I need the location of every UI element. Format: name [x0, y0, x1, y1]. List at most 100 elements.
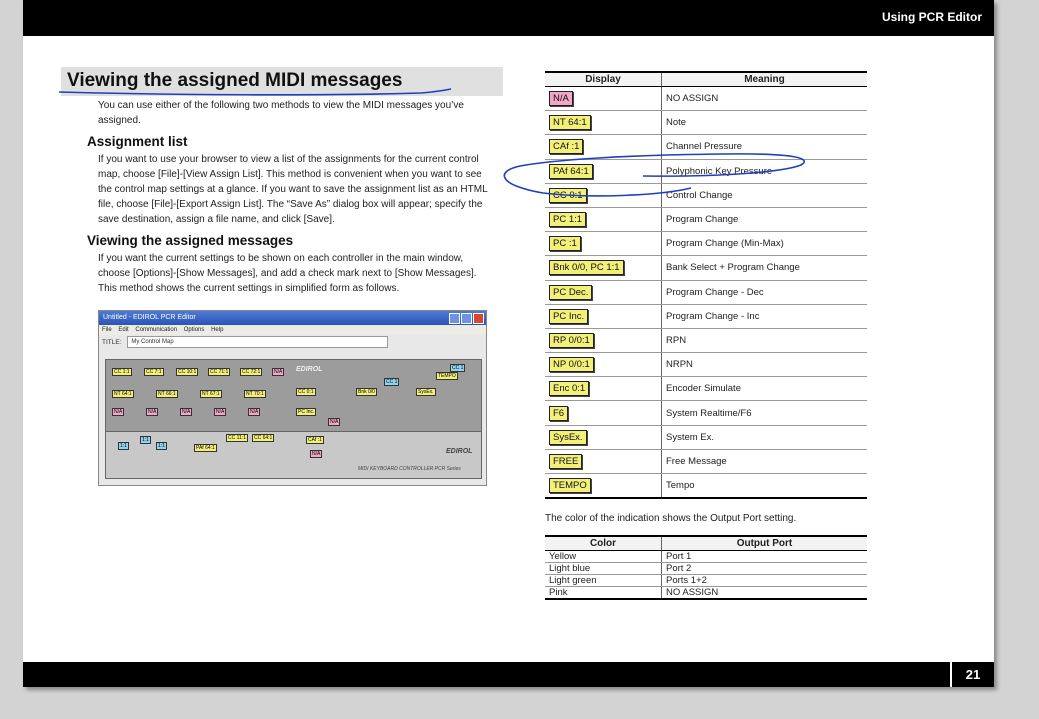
header-bar: Using PCR Editor	[23, 0, 994, 36]
display-indicator: RP 0/0:1	[549, 332, 594, 348]
meaning-cell: Tempo	[661, 473, 867, 500]
meaning-cell: Encoder Simulate	[661, 376, 867, 402]
menu-file: File	[102, 327, 112, 333]
menu-communication: Communication	[135, 327, 178, 333]
display-cell: PC 1:1	[545, 207, 662, 233]
page-heading: Viewing the assigned MIDI messages	[67, 70, 403, 91]
display-row: PC 1:1 Program Change	[545, 207, 867, 233]
display-cell: NP 0/0:1	[545, 352, 662, 378]
aftertouch-label: PAf 64:1	[194, 444, 217, 452]
display-row: TEMPO Tempo	[545, 473, 867, 500]
button-label: NT 70:1	[244, 390, 266, 398]
maximize-icon	[461, 313, 472, 324]
meaning-cell: Free Message	[661, 449, 867, 475]
meaning-cell: RPN	[661, 328, 867, 354]
color-cell: Pink	[545, 586, 662, 600]
slider-label: Bnk 0/0	[356, 388, 377, 396]
meaning-cell: Program Change	[661, 207, 867, 233]
close-icon	[473, 313, 484, 324]
display-indicator: PC :1	[549, 236, 581, 252]
slider-label: CC 1	[450, 364, 466, 372]
display-indicator: CC 0:1	[549, 187, 587, 203]
display-cell: PC :1	[545, 231, 662, 257]
display-row: NP 0/0:1 NRPN	[545, 352, 867, 378]
display-row: CAf :1 Channel Pressure	[545, 134, 867, 160]
pcr-editor-screenshot: Untitled - EDIROL PCR Editor File Edit C…	[98, 310, 487, 486]
manual-page: Using PCR Editor Viewing the assigned MI…	[23, 0, 994, 687]
display-cell: CC 0:1	[545, 183, 662, 208]
display-row: N/A NO ASSIGN	[545, 86, 867, 112]
assignment-list-title: Assignment list	[87, 134, 188, 149]
slider-label: PC Inc.	[296, 408, 317, 416]
heading-box: Viewing the assigned MIDI messages	[61, 67, 503, 96]
display-cell: SysEx.	[545, 425, 662, 450]
pedal-label: CC 11:1	[226, 434, 248, 442]
display-row: FREE Free Message	[545, 449, 867, 475]
display-row: PC :1 Program Change (Min-Max)	[545, 231, 867, 257]
display-indicator: NP 0/0:1	[549, 357, 594, 373]
display-indicator: Enc 0:1	[549, 381, 590, 397]
button-label: NT 67:1	[200, 390, 222, 398]
display-row: CC 0:1 Control Change	[545, 183, 867, 208]
display-row: SysEx. System Ex.	[545, 425, 867, 450]
display-indicator: CAf :1	[549, 139, 584, 155]
modulation-label: CAf :1	[306, 436, 324, 444]
button-label: N/A	[180, 408, 193, 416]
color-port-row: Light blue Port 2	[545, 562, 867, 575]
editor-titlebar: Untitled - EDIROL PCR Editor	[99, 311, 486, 325]
port-cell: Port 1	[661, 550, 867, 563]
display-row: PAf 64:1 Polyphonic Key Pressure	[545, 159, 867, 184]
pedal-label: CC 64:1	[252, 434, 275, 442]
display-cell: TEMPO	[545, 473, 662, 500]
brand-logo-lower: EDIROL	[446, 448, 473, 455]
editor-title-label: TITLE:	[102, 339, 122, 346]
display-row: PC Dec. Program Change - Dec	[545, 280, 867, 305]
display-indicator: FREE	[549, 453, 583, 469]
slider-label: CC 1	[384, 378, 400, 386]
display-cell: PAf 64:1	[545, 159, 662, 184]
color-port-row: Pink NO ASSIGN	[545, 586, 867, 600]
minimize-icon	[449, 313, 460, 324]
header-section-title: Using PCR Editor	[881, 10, 982, 24]
button-label: NT 66:1	[156, 390, 178, 398]
port-cell: Ports 1+2	[661, 574, 867, 587]
model-caption: MIDI KEYBOARD CONTROLLER PCR Series	[358, 466, 461, 472]
color-cell: Light blue	[545, 562, 662, 575]
slider-label: N/A	[328, 418, 341, 426]
viewing-messages-title: Viewing the assigned messages	[87, 233, 294, 248]
knob-label: CC 72:1	[240, 368, 263, 376]
color-note: The color of the indication shows the Ou…	[545, 513, 797, 524]
display-row: PC Inc. Program Change - Inc	[545, 304, 867, 329]
meaning-column-header: Meaning	[661, 71, 867, 87]
display-cell: F6	[545, 400, 662, 426]
display-cell: Bnk 0/0, PC 1:1	[545, 255, 662, 281]
display-row: RP 0/0:1 RPN	[545, 328, 867, 354]
menu-options: Options	[183, 327, 205, 333]
button-label: N/A	[146, 408, 159, 416]
button-label: NT 64:1	[112, 390, 134, 398]
display-row: NT 64:1 Note	[545, 110, 867, 136]
color-cell: Yellow	[545, 550, 662, 563]
meaning-cell: Note	[661, 110, 867, 136]
display-column-header: Display	[545, 71, 662, 87]
display-indicator: SysEx.	[549, 429, 587, 445]
display-cell: PC Inc.	[545, 304, 662, 329]
knob-label: N/A	[272, 368, 285, 376]
editor-title-row: TITLE: My Control Map	[99, 335, 486, 351]
display-cell: FREE	[545, 449, 662, 475]
menu-help: Help	[211, 327, 224, 333]
display-cell: CAf :1	[545, 134, 662, 160]
display-cell: Enc 0:1	[545, 376, 662, 402]
display-cell: PC Dec.	[545, 280, 662, 305]
display-indicator: TEMPO	[549, 478, 591, 494]
pad-label: 1:1	[140, 436, 151, 444]
menu-edit: Edit	[118, 327, 129, 333]
knob-label: CC 10:1	[176, 368, 199, 376]
meaning-cell: NRPN	[661, 352, 867, 378]
button-label: N/A	[248, 408, 261, 416]
editor-menubar: File Edit Communication Options Help	[99, 325, 486, 335]
port-cell: Port 2	[661, 562, 867, 575]
color-cell: Light green	[545, 574, 662, 587]
display-cell: N/A	[545, 86, 662, 112]
display-meaning-table: Display Meaning N/A NO ASSIGN NT 64:1 Note C…	[545, 71, 867, 500]
